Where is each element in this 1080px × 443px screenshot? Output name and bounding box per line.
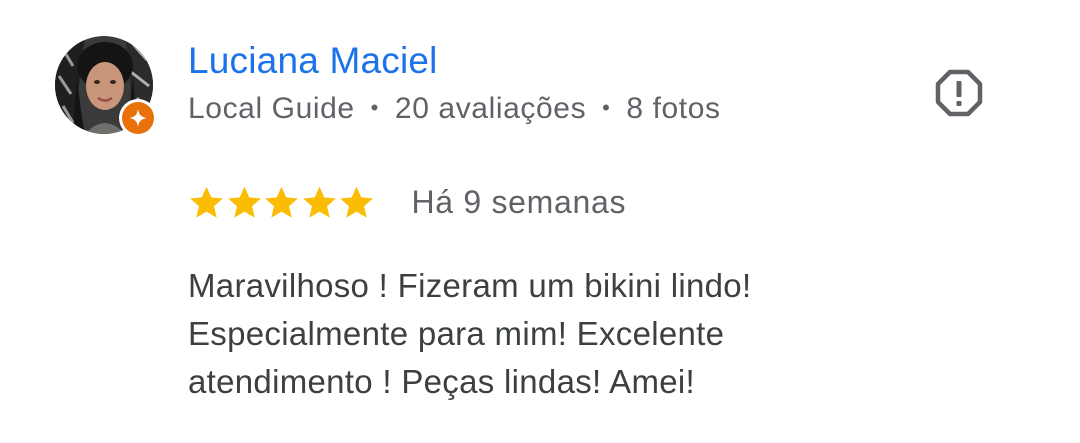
star-icon: [302, 186, 336, 218]
star-icon: [265, 186, 298, 218]
review-text-line: atendimento ! Peças lindas! Amei!: [188, 363, 696, 400]
star-rating: [188, 184, 376, 221]
meta-separator: •: [370, 95, 379, 120]
report-button[interactable]: [932, 66, 986, 120]
review-text: Maravilhoso ! Fizeram um bikini lindo! E…: [188, 262, 948, 406]
local-guide-badge: [119, 99, 157, 137]
author-photos-count: 8 fotos: [626, 92, 721, 125]
review-card: Luciana Maciel Local Guide • 20 avaliaçõ…: [0, 0, 1080, 443]
author-reviews-count: 20 avaliações: [394, 92, 587, 125]
review-text-line: Especialmente para mim! Excelente: [188, 315, 725, 352]
star-icon: [190, 186, 223, 218]
review-date: Há 9 semanas: [411, 183, 627, 220]
review-text-line: Maravilhoso ! Fizeram um bikini lindo!: [188, 267, 752, 304]
author-name[interactable]: Luciana Maciel: [188, 40, 438, 82]
report-flag-icon: [935, 69, 983, 117]
meta-separator: •: [602, 95, 611, 120]
star-icon: [227, 186, 261, 218]
local-guide-badge-icon: [122, 102, 154, 134]
star-icon: [340, 186, 373, 218]
author-level: Local Guide: [188, 92, 355, 125]
author-meta: Local Guide • 20 avaliações • 8 fotos: [188, 92, 721, 126]
rating-row: Há 9 semanas: [188, 180, 626, 224]
author-avatar-container[interactable]: [55, 36, 157, 137]
